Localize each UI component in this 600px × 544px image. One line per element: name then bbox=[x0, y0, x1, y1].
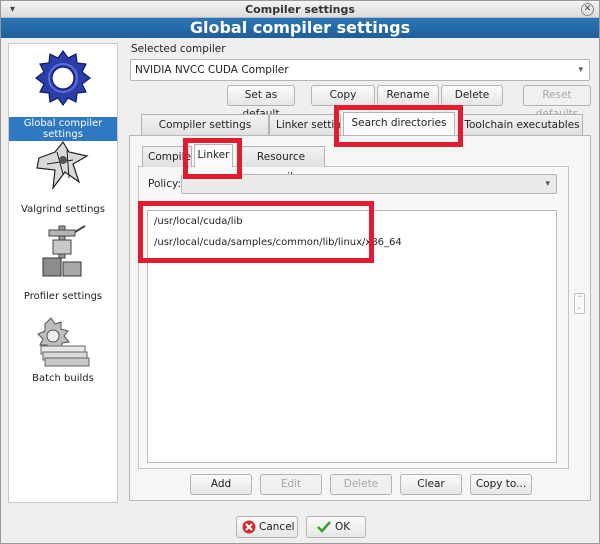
chevron-down-icon: ▾ bbox=[578, 65, 583, 75]
sidebar-item-valgrind[interactable]: Valgrind settings bbox=[9, 136, 117, 220]
batch-builds-icon bbox=[37, 317, 90, 367]
sidebar-item-label: Profiler settings bbox=[23, 291, 103, 302]
profiler-icon bbox=[42, 225, 86, 277]
delete-compiler-button[interactable]: Delete bbox=[441, 85, 503, 106]
banner: Global compiler settings bbox=[1, 18, 599, 38]
copy-button[interactable]: Copy bbox=[311, 85, 375, 106]
sidebar-item-label: Valgrind settings bbox=[21, 204, 105, 215]
selected-compiler-value: NVIDIA NVCC CUDA Compiler bbox=[135, 64, 289, 76]
valgrind-icon bbox=[36, 140, 89, 191]
highlight-linker-tab bbox=[183, 138, 242, 179]
ok-button[interactable]: OK bbox=[306, 516, 366, 538]
reset-defaults-button[interactable]: Reset defaults bbox=[523, 85, 591, 120]
sidebar-item-label: Batch builds bbox=[32, 373, 94, 384]
ok-label: OK bbox=[335, 521, 351, 533]
settings-sidebar: Global compiler settings Valgrind settin… bbox=[8, 43, 118, 503]
move-up-down-spinner[interactable]: ⌃ ⌄ bbox=[574, 293, 585, 314]
highlight-directories bbox=[138, 201, 374, 263]
sidebar-item-batch-builds[interactable]: Batch builds bbox=[9, 310, 117, 396]
selected-compiler-label: Selected compiler bbox=[131, 43, 226, 55]
title-bar: ▾ Compiler settings ✕ bbox=[1, 1, 599, 18]
checkmark-icon bbox=[317, 521, 331, 533]
sidebar-item-global-compiler[interactable]: Global compiler settings bbox=[9, 44, 117, 141]
tab-resource-compiler[interactable]: Resource compiler bbox=[237, 146, 325, 183]
add-button[interactable]: Add bbox=[190, 474, 252, 495]
set-as-default-button[interactable]: Set as default bbox=[227, 85, 295, 120]
chevron-down-icon: ▾ bbox=[545, 179, 550, 189]
tab-compiler-settings[interactable]: Compiler settings bbox=[141, 114, 269, 135]
cancel-button[interactable]: Cancel bbox=[236, 516, 298, 538]
cancel-icon bbox=[242, 520, 256, 534]
selected-compiler-dropdown[interactable]: NVIDIA NVCC CUDA Compiler ▾ bbox=[130, 59, 590, 81]
cancel-label: Cancel bbox=[259, 521, 295, 533]
rename-button[interactable]: Rename bbox=[377, 85, 439, 106]
close-icon[interactable]: ✕ bbox=[581, 3, 594, 16]
highlight-search-directories bbox=[334, 105, 463, 147]
sidebar-item-profiler[interactable]: Profiler settings bbox=[9, 222, 117, 308]
edit-button[interactable]: Edit bbox=[260, 474, 322, 495]
clear-button[interactable]: Clear bbox=[400, 474, 462, 495]
tab-toolchain-executables[interactable]: Toolchain executables bbox=[461, 114, 583, 135]
delete-directory-button[interactable]: Delete bbox=[330, 474, 392, 495]
window-title: Compiler settings bbox=[245, 3, 355, 16]
copy-to-button[interactable]: Copy to... bbox=[470, 474, 532, 495]
banner-title: Global compiler settings bbox=[189, 18, 411, 37]
policy-label: Policy: bbox=[148, 178, 181, 190]
gear-icon bbox=[35, 49, 91, 107]
compiler-settings-window: ▾ Compiler settings ✕ Global compiler se… bbox=[0, 0, 600, 544]
tab-linker-settings[interactable]: Linker settings bbox=[269, 114, 341, 135]
